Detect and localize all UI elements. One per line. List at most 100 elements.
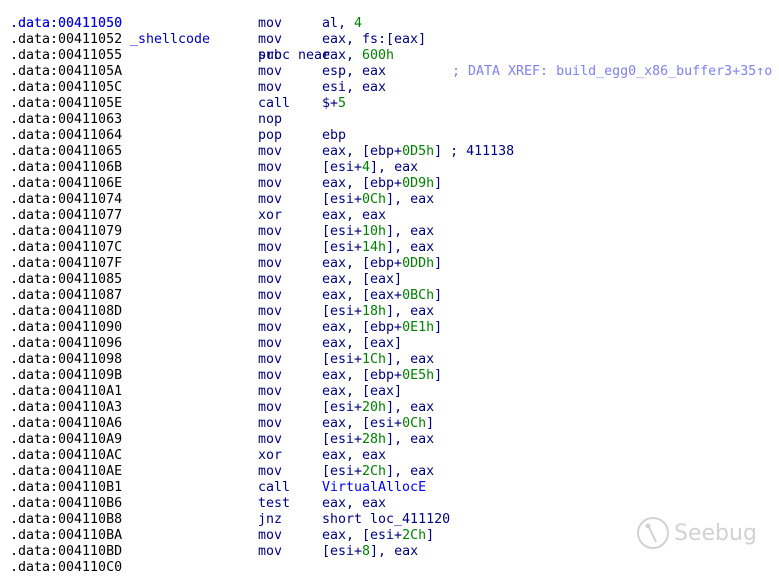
code-line[interactable]: .data:00411098 mov [esi+1Ch], eax (0, 352, 779, 368)
code-line[interactable]: .data:0041108D mov [esi+18h], eax (0, 304, 779, 320)
code-line[interactable]: .data:004110B6 test eax, eax (0, 496, 779, 512)
code-line[interactable]: .data:00411064 pop ebp (0, 128, 779, 144)
code-line[interactable]: .data:00411052 mov eax, fs:[eax] (0, 32, 779, 48)
operands: esp, eax (322, 64, 386, 80)
code-line[interactable]: .data:004110C0 (0, 560, 779, 576)
operands: esi, eax (322, 80, 386, 96)
address: .data:0041106B (10, 160, 123, 175)
code-line[interactable]: .data:0041107F mov eax, [ebp+0DDh] (0, 256, 779, 272)
operand-text: ] (434, 320, 443, 335)
code-line[interactable]: .data:00411050 mov al, 4 (0, 16, 779, 32)
code-line[interactable]: .data:00411079 mov [esi+10h], eax (0, 224, 779, 240)
operands: eax, [esi+0Ch] (322, 416, 434, 432)
operand-text: ], eax (370, 544, 419, 559)
operands: eax, [eax] (322, 272, 402, 288)
operands: [esi+10h], eax (322, 224, 434, 240)
operand-text: ] ; 411138 (434, 144, 515, 159)
operand-text: [esi+ (322, 304, 363, 319)
operand-text: eax, [esi+ (322, 416, 403, 431)
operands: eax, eax (322, 496, 386, 512)
operands: ebp (322, 128, 346, 144)
immediate-value: 0D9h (402, 176, 435, 191)
operand-text: ] (426, 528, 435, 543)
code-line[interactable]: .data:00411077 xor eax, eax (0, 208, 779, 224)
address: .data:0041108D (10, 304, 123, 319)
code-line[interactable]: .data:0041105E call $+5 (0, 96, 779, 112)
code-line[interactable]: .data:004110A1 mov eax, [eax] (0, 384, 779, 400)
operands: eax, eax (322, 208, 386, 224)
seebug-watermark: Seebug (636, 516, 757, 550)
immediate-value: 18h (362, 304, 387, 319)
code-line[interactable]: .data:004110B1 call VirtualAllocE (0, 480, 779, 496)
mnemonic: xor (258, 448, 283, 463)
mnemonic: call (258, 96, 291, 111)
operand-text: ], eax (386, 352, 435, 367)
code-line[interactable]: .data:0041106E mov eax, [ebp+0D9h] (0, 176, 779, 192)
code-line[interactable]: .data:004110A3 mov [esi+20h], eax (0, 400, 779, 416)
operands: al, 4 (322, 16, 362, 32)
code-line[interactable]: .data:004110AC xor eax, eax (0, 448, 779, 464)
mnemonic: mov (258, 176, 283, 191)
operands: [esi+0Ch], eax (322, 192, 434, 208)
mnemonic: mov (258, 80, 283, 95)
address: .data:004110AC (10, 448, 123, 463)
operand-text: esp, eax (322, 64, 387, 79)
address: .data:00411063 (10, 112, 123, 127)
mnemonic: mov (258, 16, 283, 31)
address: .data:00411055 (10, 48, 123, 63)
immediate-value: 20h (362, 400, 387, 415)
address: .data:00411085 (10, 272, 123, 287)
mnemonic: mov (258, 336, 283, 351)
address: .data:00411064 (10, 128, 123, 143)
code-line[interactable]: .data:0041107C mov [esi+14h], eax (0, 240, 779, 256)
code-line[interactable]: .data:00411055 sub eax, 600h (0, 48, 779, 64)
mnemonic: mov (258, 400, 283, 415)
code-line[interactable]: .data:0041105C mov esi, eax (0, 80, 779, 96)
address: .data:0041107F (10, 256, 123, 271)
code-line[interactable]: .data:00411085 mov eax, [eax] (0, 272, 779, 288)
address: .data:004110A3 (10, 400, 123, 415)
symbol-link[interactable]: VirtualAllocE (322, 480, 426, 495)
proc-header-line[interactable]: .data:00411050 _shellcode proc near ; DA… (0, 0, 779, 79)
address: .data:00411077 (10, 208, 123, 223)
operands: $+5 (322, 96, 346, 112)
code-line[interactable]: .data:0041105A mov esp, eax (0, 64, 779, 80)
disassembly-view[interactable]: .data:00411050 _shellcode proc near ; DA… (0, 0, 779, 575)
operand-text: esi, eax (322, 80, 387, 95)
operand-text: ], eax (386, 432, 435, 447)
immediate-value: 0E5h (402, 368, 435, 383)
operands: [esi+1Ch], eax (322, 352, 434, 368)
mnemonic: mov (258, 416, 283, 431)
mnemonic: mov (258, 224, 283, 239)
code-line[interactable]: .data:0041109B mov eax, [ebp+0E5h] (0, 368, 779, 384)
code-line[interactable]: .data:004110A9 mov [esi+28h], eax (0, 432, 779, 448)
address: .data:0041109B (10, 368, 123, 383)
operand-text: ] (434, 368, 443, 383)
operand-text: ] (426, 416, 435, 431)
code-line[interactable]: .data:00411063 nop (0, 112, 779, 128)
operands: eax, [eax+0BCh] (322, 288, 442, 304)
operands: eax, [ebp+0D5h] ; 411138 (322, 144, 514, 160)
code-line[interactable]: .data:0041106B mov [esi+4], eax (0, 160, 779, 176)
operands: eax, [esi+2Ch] (322, 528, 434, 544)
code-line[interactable]: .data:00411074 mov [esi+0Ch], eax (0, 192, 779, 208)
code-line[interactable]: .data:00411087 mov eax, [eax+0BCh] (0, 288, 779, 304)
address: .data:004110BA (10, 528, 123, 543)
code-line[interactable]: .data:004110AE mov [esi+2Ch], eax (0, 464, 779, 480)
operand-text: ], eax (386, 240, 435, 255)
code-line[interactable]: .data:004110A6 mov eax, [esi+0Ch] (0, 416, 779, 432)
address: .data:004110B1 (10, 480, 123, 495)
code-line[interactable]: .data:00411065 mov eax, [ebp+0D5h] ; 41113… (0, 144, 779, 160)
mnemonic: mov (258, 144, 283, 159)
code-line[interactable]: .data:00411096 mov eax, [eax] (0, 336, 779, 352)
address: .data:004110B8 (10, 512, 123, 527)
immediate-value: 28h (362, 432, 387, 447)
immediate-value: 0E1h (402, 320, 435, 335)
address: .data:00411079 (10, 224, 123, 239)
mnemonic: mov (258, 160, 283, 175)
operands: eax, [ebp+0E1h] (322, 320, 442, 336)
code-line[interactable]: .data:00411090 mov eax, [ebp+0E1h] (0, 320, 779, 336)
operands: eax, [ebp+0E5h] (322, 368, 442, 384)
operand-text: ebp (322, 128, 347, 143)
mnemonic: mov (258, 288, 283, 303)
